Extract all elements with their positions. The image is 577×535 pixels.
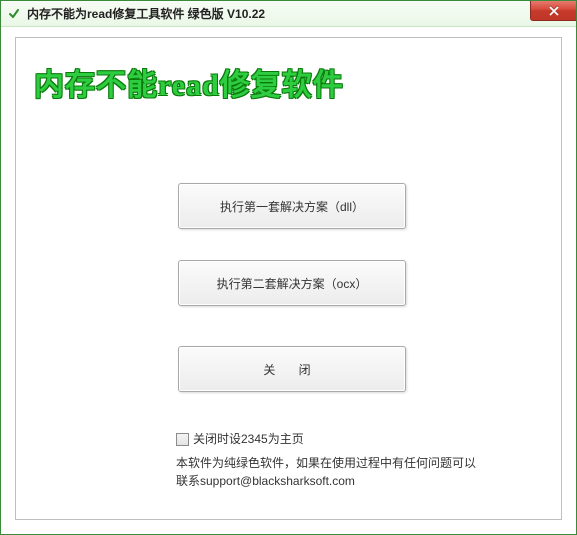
plan2-button[interactable]: 执行第二套解决方案（ocx） xyxy=(178,260,406,306)
homepage-checkbox-row: 关闭时设2345为主页 xyxy=(176,430,496,448)
plan2-button-label: 执行第二套解决方案（ocx） xyxy=(217,275,368,292)
plan1-button[interactable]: 执行第一套解决方案（dll） xyxy=(178,183,406,229)
close-button-label: 关 闭 xyxy=(263,361,320,378)
close-icon xyxy=(548,6,560,16)
info-line1: 本软件为纯绿色软件，如果在使用过程中有任何问题可以 xyxy=(176,456,476,470)
titlebar: 内存不能为read修复工具软件 绿色版 V10.22 xyxy=(1,1,576,27)
window-close-button[interactable] xyxy=(530,1,576,21)
homepage-checkbox-label: 关闭时设2345为主页 xyxy=(193,430,304,448)
footer: 关闭时设2345为主页 本软件为纯绿色软件，如果在使用过程中有任何问题可以 联系… xyxy=(176,430,496,490)
page-title: 内存不能read修复软件 xyxy=(34,60,344,104)
client-area: 内存不能read修复软件 执行第一套解决方案（dll） 执行第二套解决方案（oc… xyxy=(1,27,576,534)
app-icon xyxy=(7,7,21,21)
window: 内存不能为read修复工具软件 绿色版 V10.22 内存不能read修复软件 … xyxy=(0,0,577,535)
info-line2: 联系support@blacksharksoft.com xyxy=(176,474,355,488)
info-text: 本软件为纯绿色软件，如果在使用过程中有任何问题可以 联系support@blac… xyxy=(176,454,496,490)
window-title: 内存不能为read修复工具软件 绿色版 V10.22 xyxy=(27,5,265,22)
plan1-button-label: 执行第一套解决方案（dll） xyxy=(220,198,364,215)
homepage-checkbox[interactable] xyxy=(176,433,189,446)
close-button[interactable]: 关 闭 xyxy=(178,346,406,392)
inner-panel: 内存不能read修复软件 执行第一套解决方案（dll） 执行第二套解决方案（oc… xyxy=(15,37,562,520)
